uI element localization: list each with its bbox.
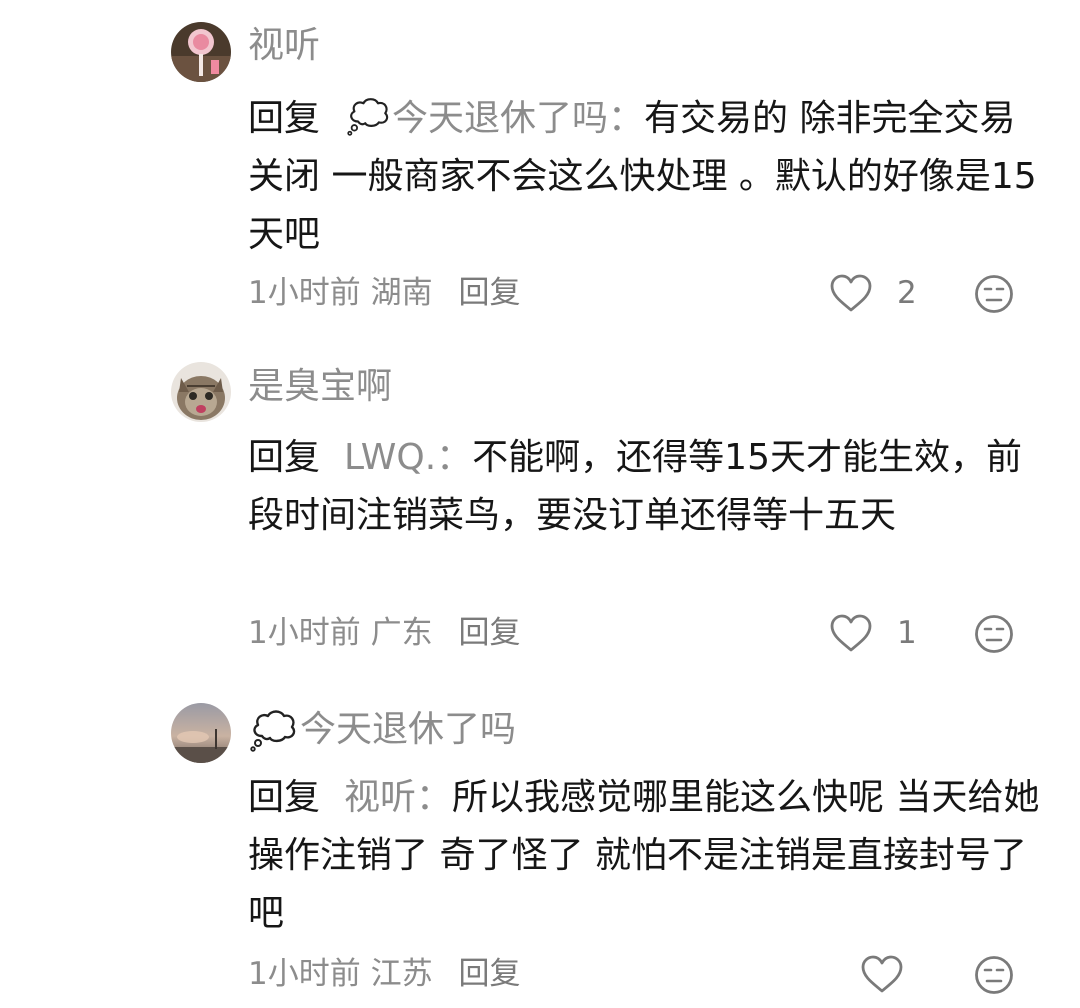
reply-mention[interactable]: 视听： bbox=[344, 777, 452, 818]
reply-label: 回复 bbox=[248, 437, 321, 478]
reply-mention[interactable]: 今天退休了吗： bbox=[344, 98, 644, 139]
reply-mention[interactable]: LWQ.： bbox=[344, 437, 472, 478]
neutral-face-icon[interactable] bbox=[974, 274, 1014, 314]
like-count: 1 bbox=[897, 615, 917, 651]
mention-username[interactable]: 视听 bbox=[344, 777, 416, 818]
comment-username[interactable]: 今天退休了吗 bbox=[248, 708, 516, 752]
avatar[interactable] bbox=[171, 703, 231, 763]
heart-outline-icon[interactable] bbox=[829, 613, 873, 653]
comment-meta: 1小时前 江苏 回复 bbox=[248, 954, 520, 994]
avatar[interactable] bbox=[171, 22, 231, 82]
reply-button[interactable]: 回复 bbox=[458, 956, 520, 992]
comment-body: 回复 视听：所以我感觉哪里能这么快呢 当天给她操作注销了 奇了怪了 就怕不是注销是… bbox=[248, 769, 1048, 943]
like-button[interactable] bbox=[860, 954, 904, 994]
username-text[interactable]: 视听 bbox=[248, 26, 320, 66]
comment-time: 1小时前 bbox=[248, 615, 361, 651]
mention-colon: ： bbox=[416, 777, 453, 818]
heart-outline-icon[interactable] bbox=[860, 954, 904, 994]
avatar[interactable] bbox=[171, 362, 231, 422]
mention-username[interactable]: 今天退休了吗 bbox=[392, 98, 608, 139]
neutral-face-icon[interactable] bbox=[974, 955, 1014, 995]
mention-colon: ： bbox=[436, 437, 473, 478]
reply-button[interactable]: 回复 bbox=[458, 615, 520, 651]
reply-label: 回复 bbox=[248, 777, 321, 818]
like-button[interactable]: 1 bbox=[829, 613, 917, 653]
like-button[interactable]: 2 bbox=[829, 273, 917, 313]
reply-label: 回复 bbox=[248, 98, 321, 139]
comment-location: 江苏 bbox=[370, 956, 433, 992]
neutral-face-icon[interactable] bbox=[974, 614, 1014, 654]
comment-time: 1小时前 bbox=[248, 275, 361, 311]
mention-username[interactable]: LWQ. bbox=[344, 437, 436, 478]
comment-body: 回复 LWQ.：不能啊，还得等15天才能生效，前段时间注销菜鸟，要没订单还得等十五… bbox=[248, 429, 1048, 545]
comment-meta: 1小时前 广东 回复 bbox=[248, 613, 520, 653]
comment-location: 湖南 bbox=[370, 275, 433, 311]
username-text[interactable]: 今天退休了吗 bbox=[300, 710, 516, 750]
comment-time: 1小时前 bbox=[248, 956, 361, 992]
heart-outline-icon[interactable] bbox=[829, 273, 873, 313]
comment-username[interactable]: 视听 bbox=[248, 26, 320, 66]
like-count: 2 bbox=[897, 275, 917, 311]
thought-bubble-icon bbox=[344, 96, 392, 136]
comment-location: 广东 bbox=[370, 615, 433, 651]
thought-bubble-icon bbox=[248, 708, 298, 752]
username-text[interactable]: 是臭宝啊 bbox=[248, 367, 392, 407]
comment-meta: 1小时前 湖南 回复 bbox=[248, 273, 520, 313]
mention-colon: ： bbox=[608, 98, 645, 139]
comment-username[interactable]: 是臭宝啊 bbox=[248, 367, 392, 407]
comment-item: 视听 回复 今天退休了吗：有交易的 除非完全交易关闭 一般商家不会这么快处理 。默… bbox=[0, 0, 1080, 330]
reply-button[interactable]: 回复 bbox=[458, 275, 520, 311]
comment-body: 回复 今天退休了吗：有交易的 除非完全交易关闭 一般商家不会这么快处理 。默认的好… bbox=[248, 90, 1048, 264]
